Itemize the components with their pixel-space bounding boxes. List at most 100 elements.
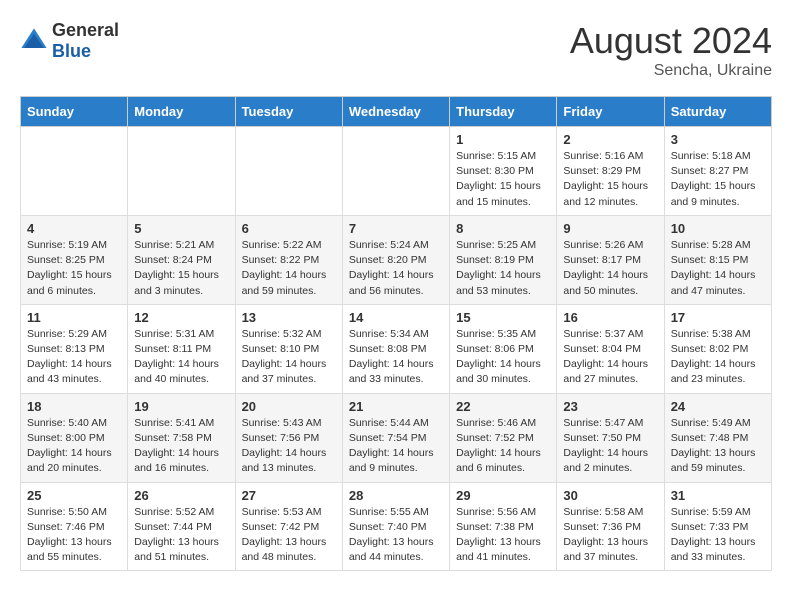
calendar-cell: 4 Sunrise: 5:19 AMSunset: 8:25 PMDaylight… <box>21 215 128 304</box>
calendar-cell: 15Sunrise: 5:35 AMSunset: 8:06 PMDayligh… <box>450 304 557 393</box>
day-of-week-header: Thursday <box>450 97 557 127</box>
day-of-week-header: Friday <box>557 97 664 127</box>
calendar-cell: 16 Sunrise: 5:37 AMSunset: 8:04 PMDayligh… <box>557 304 664 393</box>
day-number: 24 <box>671 399 765 414</box>
day-number: 14 <box>349 310 443 325</box>
day-number: 4 <box>27 221 121 236</box>
calendar-cell: 29 Sunrise: 5:56 AMSunset: 7:38 PMDayligh… <box>450 482 557 571</box>
day-number: 11 <box>27 310 121 325</box>
calendar-cell: 10 Sunrise: 5:28 AMSunset: 8:15 PMDayligh… <box>664 215 771 304</box>
day-number: 20 <box>242 399 336 414</box>
calendar-cell: 6 Sunrise: 5:22 AMSunset: 8:22 PMDaylight… <box>235 215 342 304</box>
day-number: 21 <box>349 399 443 414</box>
day-info: Sunrise: 5:56 AMSunset: 7:38 PMDaylight:… <box>456 505 550 566</box>
day-number: 13 <box>242 310 336 325</box>
day-number: 19 <box>134 399 228 414</box>
day-info: Sunrise: 5:25 AMSunset: 8:19 PMDaylight:… <box>456 238 550 299</box>
day-info: Sunrise: 5:41 AMSunset: 7:58 PMDaylight:… <box>134 416 228 477</box>
logo: General Blue <box>20 20 119 62</box>
day-of-week-header: Monday <box>128 97 235 127</box>
calendar-cell: 21 Sunrise: 5:44 AMSunset: 7:54 PMDayligh… <box>342 393 449 482</box>
day-number: 30 <box>563 488 657 503</box>
day-of-week-header: Tuesday <box>235 97 342 127</box>
day-number: 22 <box>456 399 550 414</box>
calendar-cell: 14 Sunrise: 5:34 AMSunset: 8:08 PMDayligh… <box>342 304 449 393</box>
calendar-cell: 5 Sunrise: 5:21 AMSunset: 8:24 PMDaylight… <box>128 215 235 304</box>
calendar-cell: 17 Sunrise: 5:38 AMSunset: 8:02 PMDayligh… <box>664 304 771 393</box>
calendar-cell: 20Sunrise: 5:43 AMSunset: 7:56 PMDayligh… <box>235 393 342 482</box>
day-number: 10 <box>671 221 765 236</box>
day-number: 12 <box>134 310 228 325</box>
day-number: 2 <box>563 132 657 147</box>
day-info: Sunrise: 5:40 AMSunset: 8:00 PMDaylight:… <box>27 416 121 477</box>
calendar-cell: 18 Sunrise: 5:40 AMSunset: 8:00 PMDayligh… <box>21 393 128 482</box>
day-info: Sunrise: 5:28 AMSunset: 8:15 PMDaylight:… <box>671 238 765 299</box>
day-number: 25 <box>27 488 121 503</box>
day-number: 3 <box>671 132 765 147</box>
month-year-title: August 2024 <box>570 20 772 62</box>
day-info: Sunrise: 5:50 AMSunset: 7:46 PMDaylight:… <box>27 505 121 566</box>
day-number: 28 <box>349 488 443 503</box>
day-number: 31 <box>671 488 765 503</box>
calendar-table: SundayMondayTuesdayWednesdayThursdayFrid… <box>20 96 772 571</box>
day-number: 5 <box>134 221 228 236</box>
title-block: August 2024 Sencha, Ukraine <box>570 20 772 80</box>
day-number: 29 <box>456 488 550 503</box>
day-info: Sunrise: 5:29 AMSunset: 8:13 PMDaylight:… <box>27 327 121 388</box>
calendar-week-row: 25 Sunrise: 5:50 AMSunset: 7:46 PMDayligh… <box>21 482 772 571</box>
calendar-cell <box>342 127 449 216</box>
day-info: Sunrise: 5:19 AMSunset: 8:25 PMDaylight:… <box>27 238 121 299</box>
day-info: Sunrise: 5:47 AMSunset: 7:50 PMDaylight:… <box>563 416 657 477</box>
calendar-cell: 31 Sunrise: 5:59 AMSunset: 7:33 PMDayligh… <box>664 482 771 571</box>
calendar-cell <box>128 127 235 216</box>
calendar-cell: 8 Sunrise: 5:25 AMSunset: 8:19 PMDaylight… <box>450 215 557 304</box>
calendar-cell: 9Sunrise: 5:26 AMSunset: 8:17 PMDaylight… <box>557 215 664 304</box>
day-info: Sunrise: 5:24 AMSunset: 8:20 PMDaylight:… <box>349 238 443 299</box>
day-info: Sunrise: 5:37 AMSunset: 8:04 PMDaylight:… <box>563 327 657 388</box>
calendar-header-row: SundayMondayTuesdayWednesdayThursdayFrid… <box>21 97 772 127</box>
day-number: 7 <box>349 221 443 236</box>
calendar-cell: 13 Sunrise: 5:32 AMSunset: 8:10 PMDayligh… <box>235 304 342 393</box>
day-number: 16 <box>563 310 657 325</box>
calendar-cell: 30 Sunrise: 5:58 AMSunset: 7:36 PMDayligh… <box>557 482 664 571</box>
calendar-cell: 2 Sunrise: 5:16 AMSunset: 8:29 PMDaylight… <box>557 127 664 216</box>
day-info: Sunrise: 5:44 AMSunset: 7:54 PMDaylight:… <box>349 416 443 477</box>
day-number: 8 <box>456 221 550 236</box>
day-number: 6 <box>242 221 336 236</box>
day-info: Sunrise: 5:31 AMSunset: 8:11 PMDaylight:… <box>134 327 228 388</box>
day-info: Sunrise: 5:21 AMSunset: 8:24 PMDaylight:… <box>134 238 228 299</box>
calendar-cell: 22 Sunrise: 5:46 AMSunset: 7:52 PMDayligh… <box>450 393 557 482</box>
calendar-cell: 12 Sunrise: 5:31 AMSunset: 8:11 PMDayligh… <box>128 304 235 393</box>
calendar-cell: 25 Sunrise: 5:50 AMSunset: 7:46 PMDayligh… <box>21 482 128 571</box>
calendar-cell <box>21 127 128 216</box>
page-header: General Blue August 2024 Sencha, Ukraine <box>20 20 772 80</box>
day-number: 18 <box>27 399 121 414</box>
calendar-week-row: 11 Sunrise: 5:29 AMSunset: 8:13 PMDayligh… <box>21 304 772 393</box>
day-info: Sunrise: 5:46 AMSunset: 7:52 PMDaylight:… <box>456 416 550 477</box>
logo-blue-text: Blue <box>52 41 91 61</box>
calendar-cell: 3Sunrise: 5:18 AMSunset: 8:27 PMDaylight… <box>664 127 771 216</box>
calendar-cell: 19 Sunrise: 5:41 AMSunset: 7:58 PMDayligh… <box>128 393 235 482</box>
calendar-cell: 27Sunrise: 5:53 AMSunset: 7:42 PMDayligh… <box>235 482 342 571</box>
calendar-cell: 7 Sunrise: 5:24 AMSunset: 8:20 PMDaylight… <box>342 215 449 304</box>
calendar-cell <box>235 127 342 216</box>
day-info: Sunrise: 5:53 AMSunset: 7:42 PMDaylight:… <box>242 505 336 566</box>
day-info: Sunrise: 5:59 AMSunset: 7:33 PMDaylight:… <box>671 505 765 566</box>
day-info: Sunrise: 5:58 AMSunset: 7:36 PMDaylight:… <box>563 505 657 566</box>
day-info: Sunrise: 5:22 AMSunset: 8:22 PMDaylight:… <box>242 238 336 299</box>
logo-icon <box>20 27 48 55</box>
day-info: Sunrise: 5:34 AMSunset: 8:08 PMDaylight:… <box>349 327 443 388</box>
day-info: Sunrise: 5:15 AMSunset: 8:30 PMDaylight:… <box>456 149 550 210</box>
calendar-cell: 23Sunrise: 5:47 AMSunset: 7:50 PMDayligh… <box>557 393 664 482</box>
calendar-week-row: 18 Sunrise: 5:40 AMSunset: 8:00 PMDayligh… <box>21 393 772 482</box>
day-of-week-header: Saturday <box>664 97 771 127</box>
day-info: Sunrise: 5:32 AMSunset: 8:10 PMDaylight:… <box>242 327 336 388</box>
day-of-week-header: Sunday <box>21 97 128 127</box>
day-info: Sunrise: 5:16 AMSunset: 8:29 PMDaylight:… <box>563 149 657 210</box>
calendar-week-row: 4 Sunrise: 5:19 AMSunset: 8:25 PMDaylight… <box>21 215 772 304</box>
day-number: 17 <box>671 310 765 325</box>
day-number: 15 <box>456 310 550 325</box>
calendar-week-row: 1Sunrise: 5:15 AMSunset: 8:30 PMDaylight… <box>21 127 772 216</box>
calendar-cell: 1Sunrise: 5:15 AMSunset: 8:30 PMDaylight… <box>450 127 557 216</box>
day-info: Sunrise: 5:38 AMSunset: 8:02 PMDaylight:… <box>671 327 765 388</box>
